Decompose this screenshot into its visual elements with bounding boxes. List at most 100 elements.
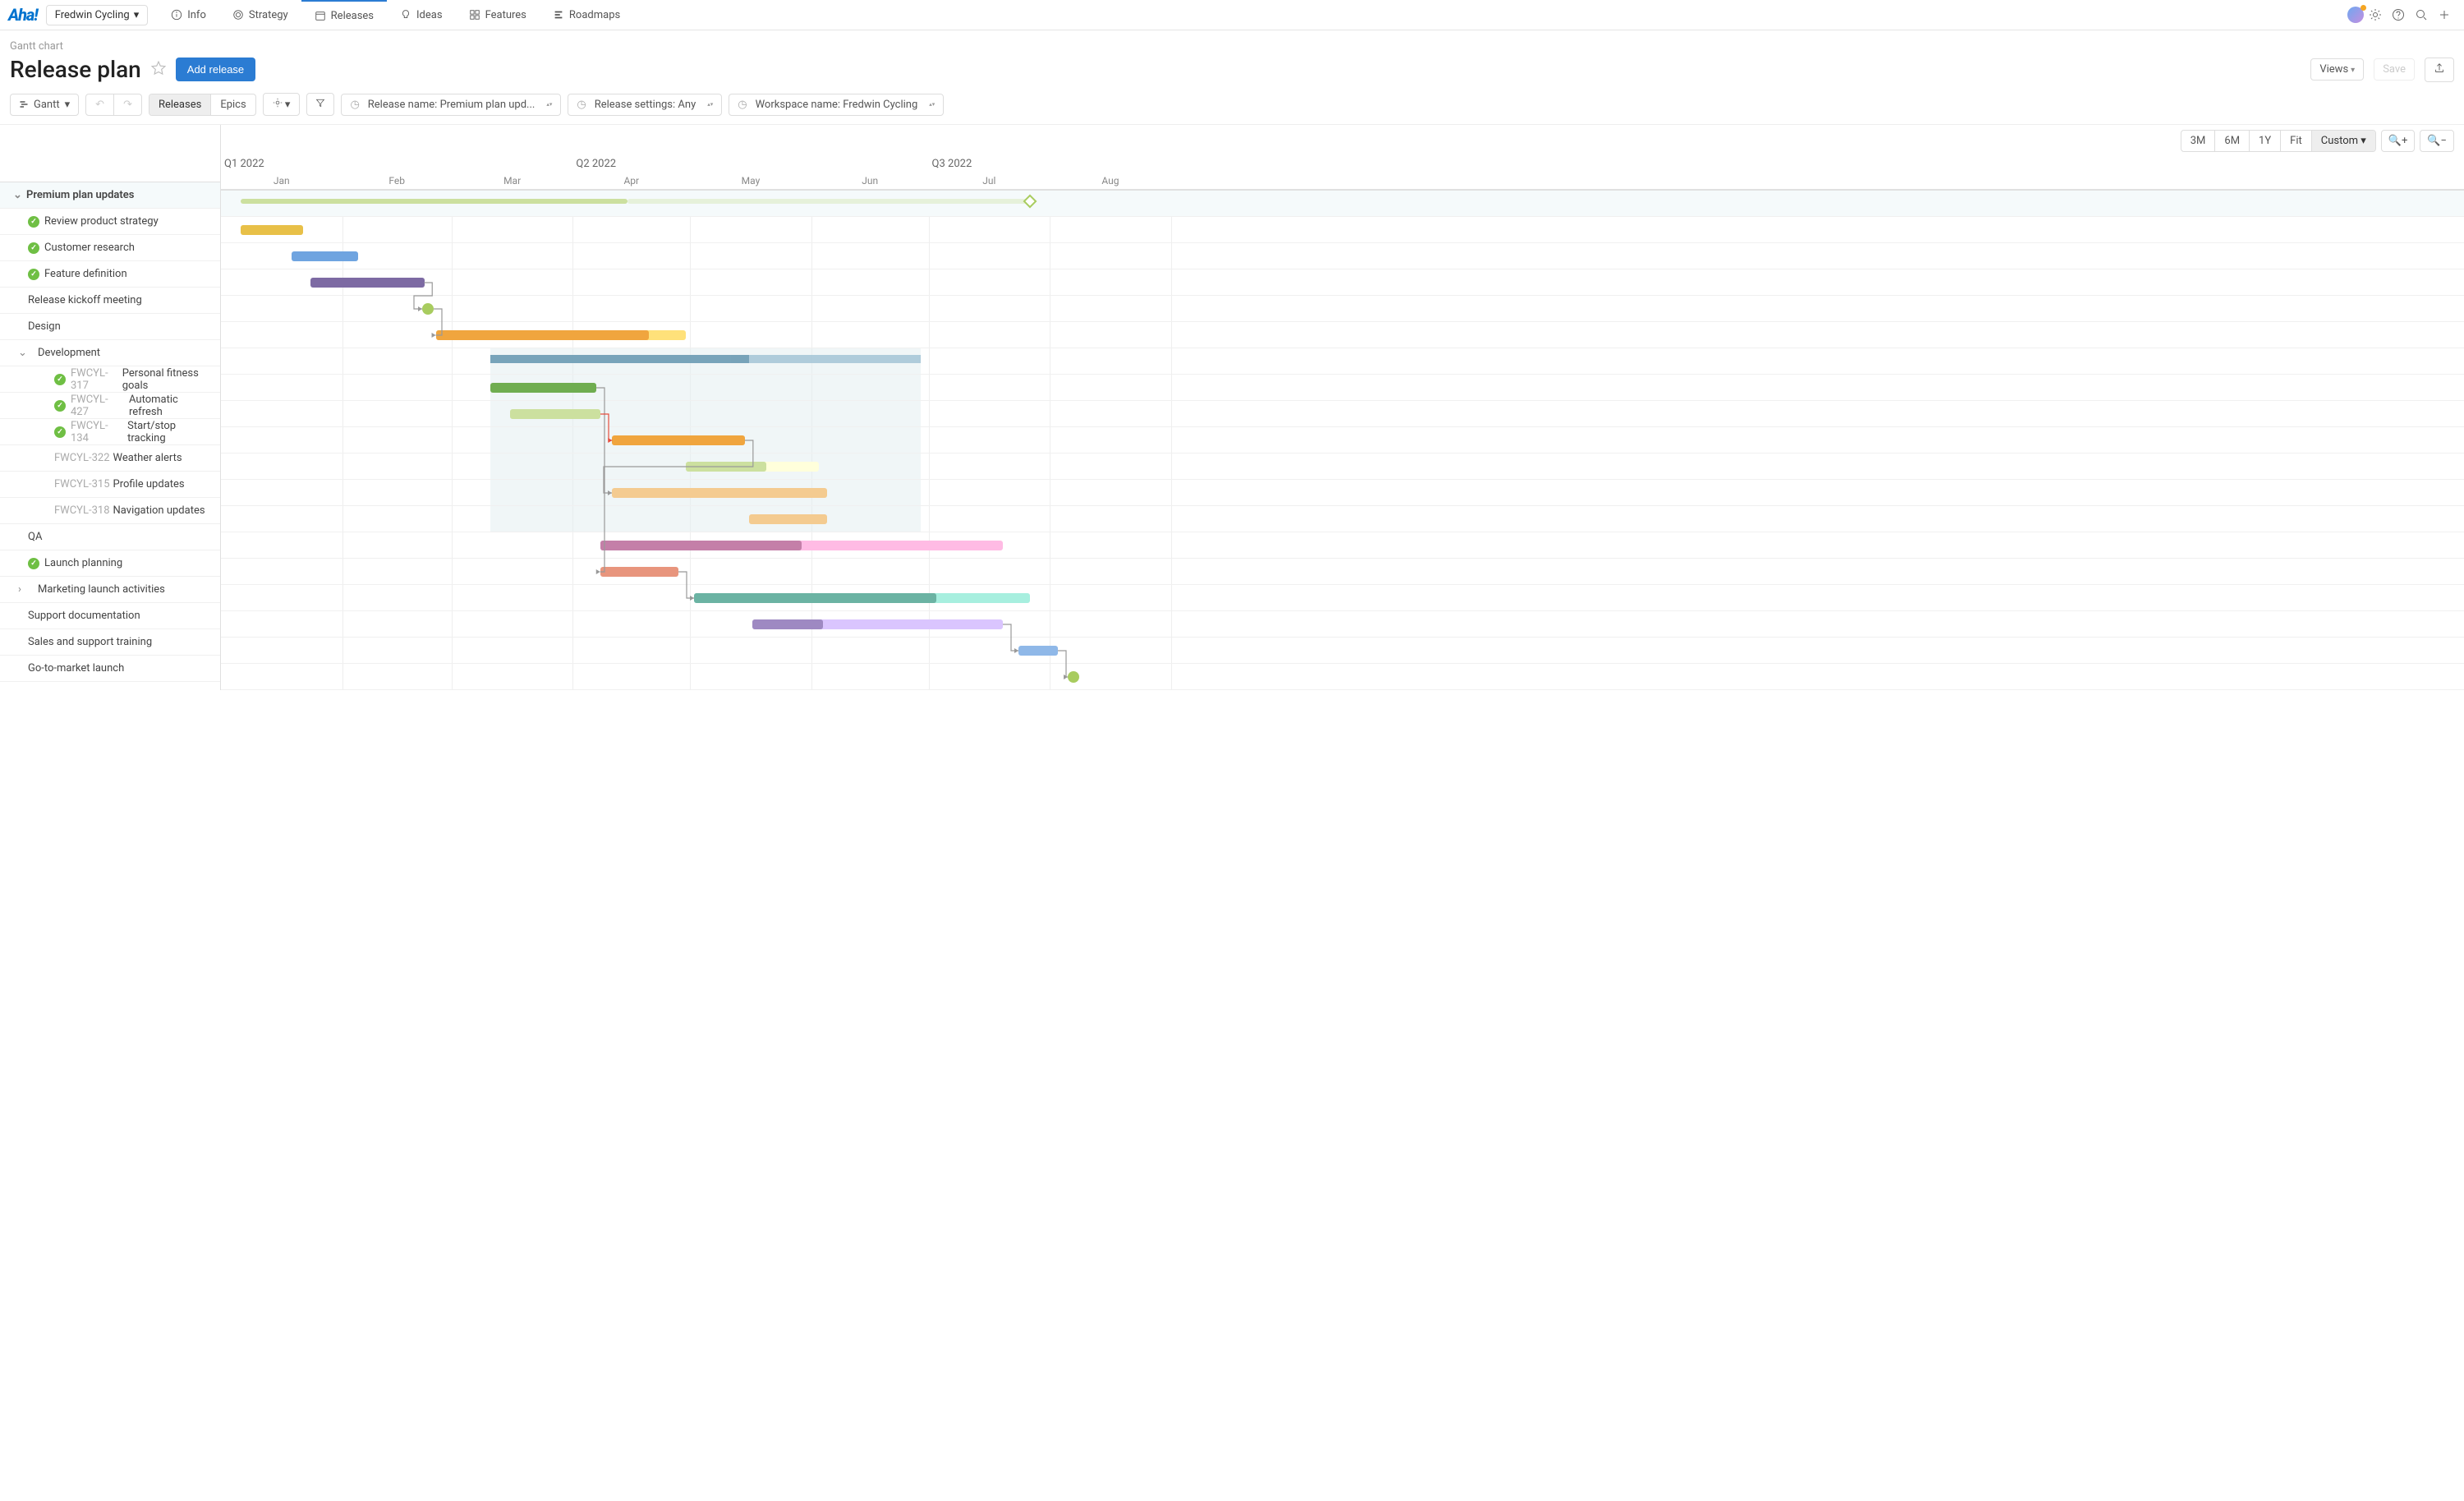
zoom-1y[interactable]: 1Y xyxy=(2250,131,2281,151)
task-bar[interactable] xyxy=(612,488,827,498)
workspace-selector[interactable]: Fredwin Cycling ▾ xyxy=(46,5,149,25)
filter-release-name[interactable]: ◷Release name: Premium plan upd...▴▾ xyxy=(341,94,561,116)
nav-roadmaps[interactable]: Roadmaps xyxy=(540,0,633,30)
task-bar[interactable] xyxy=(612,435,745,445)
task-bar[interactable] xyxy=(241,225,303,235)
task-bar[interactable] xyxy=(436,330,687,340)
chart-row xyxy=(221,427,2464,454)
views-dropdown[interactable]: Views xyxy=(2310,58,2364,81)
chart-row xyxy=(221,243,2464,269)
task-label: Customer research xyxy=(44,242,135,254)
zoom-in[interactable]: 🔍+ xyxy=(2381,130,2416,152)
task-row[interactable]: Design xyxy=(0,314,220,340)
zoom-fit[interactable]: Fit xyxy=(2281,131,2312,151)
epics-tab[interactable]: Epics xyxy=(211,94,255,115)
task-row[interactable]: Sales and support training xyxy=(0,629,220,656)
filter-workspace-name[interactable]: ◷Workspace name: Fredwin Cycling▴▾ xyxy=(729,94,944,116)
add-release-button[interactable]: Add release xyxy=(176,58,255,81)
task-row[interactable]: ⌄ Development xyxy=(0,340,220,366)
sort-icon: ▴▾ xyxy=(546,103,552,107)
quarter-label: Q2 2022 xyxy=(576,158,616,170)
task-bar[interactable] xyxy=(310,278,424,288)
zoom-3m[interactable]: 3M xyxy=(2181,131,2216,151)
task-bar[interactable] xyxy=(292,251,358,261)
summary-trail xyxy=(627,199,1030,204)
month-label: Jun xyxy=(862,175,878,186)
zoom-out[interactable]: 🔍− xyxy=(2420,130,2454,152)
expand-icon[interactable]: ⌄ xyxy=(18,347,27,359)
task-label: Navigation updates xyxy=(113,504,205,517)
task-row[interactable]: QA xyxy=(0,524,220,550)
task-bar[interactable] xyxy=(694,593,1030,603)
task-refid: FWCYL-134 xyxy=(71,420,124,444)
zoom-custom[interactable]: Custom ▾ xyxy=(2312,131,2375,151)
task-row[interactable]: Feature definition xyxy=(0,261,220,288)
chart-row xyxy=(221,611,2464,638)
task-row[interactable]: Customer research xyxy=(0,235,220,261)
task-label: Start/stop tracking xyxy=(127,420,214,444)
task-row[interactable]: FWCYL-427Automatic refresh xyxy=(0,393,220,419)
task-row[interactable]: Support documentation xyxy=(0,603,220,629)
share-button[interactable] xyxy=(2425,58,2454,82)
nav-strategy[interactable]: Strategy xyxy=(219,0,301,30)
settings-icon[interactable] xyxy=(2364,3,2387,26)
user-avatar[interactable] xyxy=(2347,7,2364,23)
caret-down-icon: ▾ xyxy=(134,9,140,21)
task-bar[interactable] xyxy=(490,383,596,393)
gear-dropdown[interactable]: ▾ xyxy=(264,94,300,115)
task-row[interactable]: FWCYL-322Weather alerts xyxy=(0,445,220,472)
workspace-name: Fredwin Cycling xyxy=(55,9,130,21)
task-row[interactable]: Review product strategy xyxy=(0,209,220,235)
task-row[interactable]: FWCYL-318Navigation updates xyxy=(0,498,220,524)
undo-button[interactable]: ↶ xyxy=(86,94,114,115)
task-bar[interactable] xyxy=(749,514,827,524)
task-row[interactable]: Release kickoff meeting xyxy=(0,288,220,314)
zoom-6m[interactable]: 6M xyxy=(2215,131,2250,151)
month-label: Feb xyxy=(388,175,405,186)
star-icon[interactable] xyxy=(151,61,166,79)
sort-icon: ▴▾ xyxy=(929,103,935,107)
task-bar[interactable] xyxy=(686,462,819,472)
task-row[interactable]: ›Marketing launch activities xyxy=(0,577,220,603)
releases-tab[interactable]: Releases xyxy=(149,94,211,115)
filter-release-settings[interactable]: ◷Release settings: Any▴▾ xyxy=(568,94,722,116)
nav-info[interactable]: Info xyxy=(158,0,219,30)
task-bar[interactable] xyxy=(600,541,1003,550)
summary-bar[interactable] xyxy=(241,199,627,204)
task-row[interactable]: FWCYL-317Personal fitness goals xyxy=(0,366,220,393)
task-bar[interactable] xyxy=(510,409,600,419)
milestone-circle[interactable] xyxy=(1068,671,1079,683)
quarter-label: Q1 2022 xyxy=(224,158,264,170)
expand-icon[interactable]: ⌄ xyxy=(13,189,22,201)
add-icon[interactable] xyxy=(2433,3,2456,26)
filter-button[interactable] xyxy=(306,93,334,116)
task-bar[interactable] xyxy=(1018,646,1058,656)
month-label: Aug xyxy=(1101,175,1119,186)
task-bar[interactable] xyxy=(600,567,678,577)
month-label: Jan xyxy=(274,175,290,186)
help-icon[interactable] xyxy=(2387,3,2410,26)
save-button[interactable]: Save xyxy=(2374,58,2415,81)
nav-ideas[interactable]: Ideas xyxy=(387,0,456,30)
gantt-dropdown[interactable]: Gantt▾ xyxy=(10,94,79,116)
search-icon[interactable] xyxy=(2410,3,2433,26)
expand-icon[interactable]: › xyxy=(18,583,21,596)
task-row[interactable]: FWCYL-315Profile updates xyxy=(0,472,220,498)
task-row[interactable]: ⌄ Premium plan updates xyxy=(0,182,220,209)
task-label: Go-to-market launch xyxy=(28,662,124,675)
task-refid: FWCYL-318 xyxy=(54,504,110,517)
task-list: ⌄ Premium plan updates Review product stra… xyxy=(0,125,221,690)
done-icon xyxy=(54,374,66,385)
nav-releases[interactable]: Releases xyxy=(301,0,387,30)
task-label: Development xyxy=(38,347,100,359)
task-label: Premium plan updates xyxy=(26,189,134,201)
group-bar[interactable] xyxy=(490,355,921,363)
task-bar[interactable] xyxy=(752,619,1003,629)
redo-button[interactable]: ↷ xyxy=(114,94,141,115)
month-label: Mar xyxy=(503,175,521,186)
nav-features[interactable]: Features xyxy=(456,0,540,30)
task-row[interactable]: FWCYL-134Start/stop tracking xyxy=(0,419,220,445)
task-row[interactable]: Launch planning xyxy=(0,550,220,577)
task-row[interactable]: Go-to-market launch xyxy=(0,656,220,682)
task-label: Automatic refresh xyxy=(129,394,214,418)
